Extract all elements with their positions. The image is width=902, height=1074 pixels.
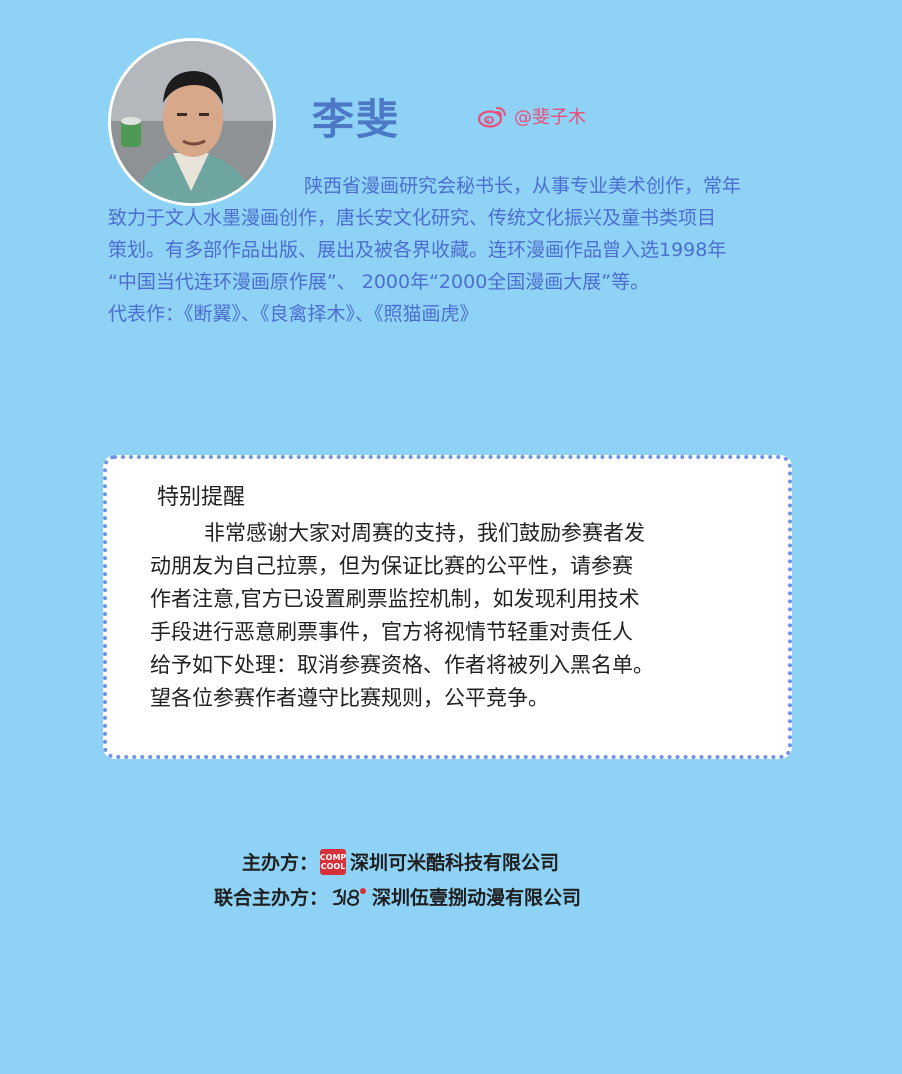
- notice-line: 动朋友为自己拉票，但为保证比赛的公平性，请参赛: [150, 554, 633, 578]
- logo-text-top: COMP: [319, 852, 347, 862]
- notice-line: 非常感谢大家对周赛的支持，我们鼓励参赛者发: [204, 521, 645, 545]
- weibo-link[interactable]: @斐子木: [478, 101, 586, 131]
- bio-representative-works: 代表作：《断翼》、《良禽择木》、《照猫画虎》: [108, 303, 479, 325]
- bio-line: 致力于文人水墨漫画创作，唐长安文化研究、传统文化振兴及童书类项目: [108, 207, 717, 229]
- author-name: 李斐: [312, 95, 401, 144]
- weibo-icon: [478, 107, 506, 128]
- logo-text-bottom: COOL: [320, 861, 346, 871]
- notice-line: 作者注意,官方已设置刷票监控机制，如发现利用技术: [150, 587, 640, 611]
- co-host-name: 深圳伍壹捌动漫有限公司: [372, 887, 582, 909]
- notice-line: 手段进行恶意刷票事件，官方将视情节轻重对责任人: [150, 620, 633, 644]
- comp-cool-logo: COMP COOL: [319, 848, 347, 875]
- 518-logo: [333, 887, 367, 906]
- host-label: 主办方：: [242, 852, 319, 874]
- host-name: 深圳可米酷科技有限公司: [350, 852, 560, 874]
- bio-line: 陕西省漫画研究会秘书长，从事专业美术创作，常年: [304, 175, 742, 197]
- bio-line: 策划。有多部作品出版、展出及被各界收藏。连环漫画作品曾入选1998年: [108, 239, 727, 261]
- author-bio: 陕西省漫画研究会秘书长，从事专业美术创作，常年 致力于文人水墨漫画创作，唐长安文…: [108, 170, 808, 330]
- weibo-handle[interactable]: @斐子木: [514, 103, 586, 129]
- co-host-row: 联合主办方： 深圳伍壹捌动漫有限公司: [214, 883, 581, 910]
- special-notice-box: 特别提醒 非常感谢大家对周赛的支持，我们鼓励参赛者发 动朋友为自己拉票，但为保证…: [103, 455, 792, 759]
- notice-line: 望各位参赛作者遵守比赛规则，公平竞争。: [150, 686, 549, 710]
- bio-line: “中国当代连环漫画原作展”、 2000年“2000全国漫画大展”等。: [108, 271, 650, 293]
- host-row: 主办方： COMP COOL 深圳可米酷科技有限公司: [242, 848, 559, 875]
- notice-title: 特别提醒: [157, 485, 246, 510]
- notice-line: 给予如下处理：取消参赛资格、作者将被列入黑名单。: [150, 653, 654, 677]
- co-host-label: 联合主办方：: [214, 887, 329, 909]
- notice-body: 非常感谢大家对周赛的支持，我们鼓励参赛者发 动朋友为自己拉票，但为保证比赛的公平…: [150, 517, 770, 715]
